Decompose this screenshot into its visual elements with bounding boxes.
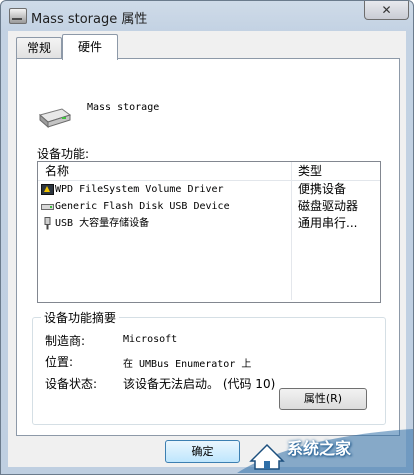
window-title: Mass storage 属性 (31, 12, 148, 27)
list-item[interactable]: Generic Flash Disk USB Device 磁盘驱动器 (38, 198, 380, 215)
function-name: Generic Flash Disk USB Device (55, 201, 230, 212)
functions-label: 设备功能: (37, 147, 90, 161)
ok-button[interactable]: 确定 (165, 440, 240, 463)
tab-general[interactable]: 常规 (16, 37, 62, 58)
dialog-body: 常规 硬件 Mass storage 设备功能: 名称 类型 WPD FileS… (8, 31, 406, 467)
function-type: 便携设备 (298, 182, 347, 196)
properties-button[interactable]: 属性(R) (279, 388, 367, 410)
list-item[interactable]: USB 大容量存储设备 通用串行... (38, 215, 380, 232)
manufacturer-value: Microsoft (123, 334, 178, 345)
list-header: 名称 类型 (38, 162, 380, 181)
function-type: 磁盘驱动器 (298, 199, 359, 213)
watermark-text: 系统之家 (287, 439, 352, 458)
device-name: Mass storage (87, 102, 160, 113)
location-value: 在 UMBus Enumerator 上 (123, 359, 252, 370)
disk-drive-icon (41, 204, 54, 210)
usb-device-icon (9, 8, 27, 24)
function-name: WPD FileSystem Volume Driver (55, 184, 224, 195)
column-header-type[interactable]: 类型 (298, 162, 322, 180)
portable-device-icon (41, 184, 54, 195)
drive-icon (38, 108, 72, 129)
usb-icon (44, 217, 51, 230)
title-bar[interactable]: Mass storage 属性 ✕ (1, 1, 413, 31)
list-item[interactable]: WPD FileSystem Volume Driver 便携设备 (38, 181, 380, 198)
location-label: 位置: (45, 355, 74, 369)
close-button[interactable]: ✕ (364, 1, 409, 20)
tab-hardware[interactable]: 硬件 (62, 34, 118, 60)
hardware-panel: Mass storage 设备功能: 名称 类型 WPD FileSystem … (16, 58, 400, 436)
manufacturer-label: 制造商: (45, 334, 86, 348)
summary-title: 设备功能摘要 (41, 309, 120, 326)
column-header-name[interactable]: 名称 (45, 162, 69, 180)
properties-window: Mass storage 属性 ✕ 常规 硬件 Mass storage 设备功… (0, 0, 414, 475)
function-name: USB 大容量存储设备 (55, 218, 150, 229)
status-value: 该设备无法启动。 (代码 10) (123, 377, 276, 391)
status-label: 设备状态: (45, 377, 98, 391)
device-functions-list[interactable]: 名称 类型 WPD FileSystem Volume Driver 便携设备 (37, 161, 381, 303)
watermark: 系统之家 (237, 421, 413, 473)
function-type: 通用串行... (298, 216, 358, 230)
